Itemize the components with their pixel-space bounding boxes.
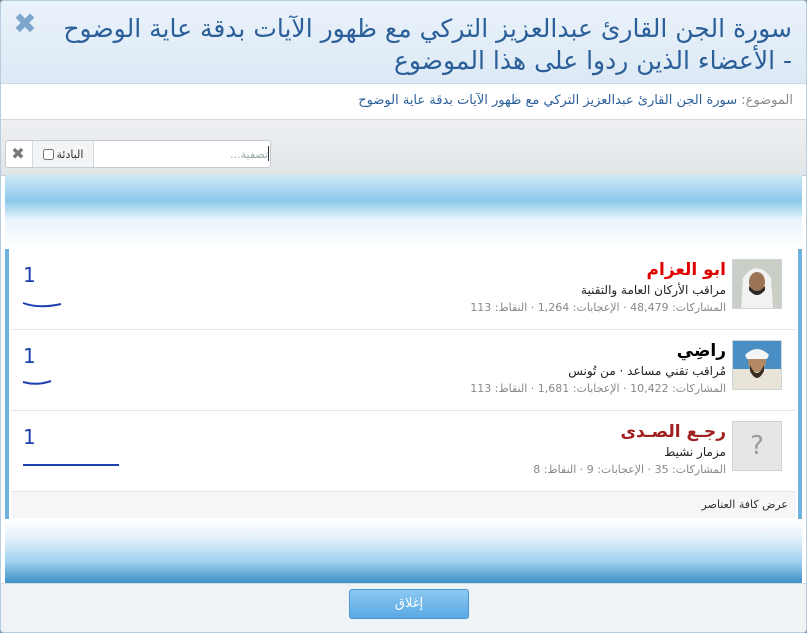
member-info: ابو العزام مراقب الأركان العامة والتقنية… bbox=[206, 259, 726, 317]
topic-link[interactable]: سورة الجن القارئ عبدالعزيز التركي مع ظهو… bbox=[358, 93, 737, 108]
decorative-banner-bottom bbox=[5, 521, 802, 583]
close-icon[interactable]: ✖ bbox=[6, 141, 30, 167]
filter-input[interactable] bbox=[94, 142, 270, 166]
member-name[interactable]: ابو العزام bbox=[206, 259, 726, 281]
filter-bar: ✖ البادئة bbox=[1, 119, 806, 176]
dialog-title-bar: ✖ سورة الجن القارئ عبدالعزيز التركي مع ظ… bbox=[1, 1, 806, 84]
prefix-checkbox-label[interactable]: البادئة bbox=[32, 141, 94, 167]
close-button[interactable]: إغلاق bbox=[349, 589, 469, 619]
decorative-banner-top bbox=[5, 175, 802, 249]
member-name[interactable]: رجـع الصـدى bbox=[206, 421, 726, 443]
topic-label: الموضوع: bbox=[741, 93, 793, 108]
member-title: مزمار نشيط bbox=[664, 445, 726, 459]
avatar[interactable] bbox=[732, 340, 782, 390]
avatar-placeholder: ? bbox=[750, 431, 764, 461]
list-item[interactable]: ? رجـع الصـدى مزمار نشيط المشاركات: 35 ·… bbox=[11, 411, 796, 492]
member-info: رجـع الصـدى مزمار نشيط المشاركات: 35 · ا… bbox=[206, 421, 726, 479]
avatar[interactable] bbox=[732, 259, 782, 309]
reply-count-annotation: 1 bbox=[21, 425, 161, 475]
avatar[interactable]: ? bbox=[732, 421, 782, 471]
list-item[interactable]: راضِي مُراقب تقني مساعد · من تُونس المشا… bbox=[11, 330, 796, 411]
text-caret bbox=[268, 146, 269, 161]
prefix-checkbox[interactable] bbox=[42, 148, 54, 160]
prefix-label: البادئة bbox=[56, 147, 84, 161]
topic-line: الموضوع: سورة الجن القارئ عبدالعزيز التر… bbox=[13, 93, 793, 108]
dialog-title: سورة الجن القارئ عبدالعزيز التركي مع ظهو… bbox=[63, 14, 792, 75]
member-stats: المشاركات: 48,479 · الإعجابات: 1,264 · ا… bbox=[470, 301, 726, 314]
member-stats: المشاركات: 35 · الإعجابات: 9 · النقاط: 8 bbox=[533, 463, 726, 476]
close-icon[interactable]: ✖ bbox=[12, 10, 38, 38]
list-item[interactable]: ابو العزام مراقب الأركان العامة والتقنية… bbox=[11, 249, 796, 330]
member-name[interactable]: راضِي bbox=[206, 340, 726, 362]
member-title: مُراقب تقني مساعد · من تُونس bbox=[568, 364, 726, 378]
dialog-footer: إغلاق bbox=[1, 583, 806, 632]
reply-count-annotation: 1 bbox=[21, 344, 161, 394]
member-info: راضِي مُراقب تقني مساعد · من تُونس المشا… bbox=[206, 340, 726, 398]
member-stats: المشاركات: 10,422 · الإعجابات: 1,681 · ا… bbox=[470, 382, 726, 395]
filter-box: ✖ البادئة bbox=[5, 140, 271, 168]
members-replied-dialog: ✖ سورة الجن القارئ عبدالعزيز التركي مع ظ… bbox=[0, 0, 807, 633]
member-title: مراقب الأركان العامة والتقنية bbox=[581, 283, 726, 297]
see-all-link[interactable]: عرض كافة العناصر bbox=[11, 491, 796, 518]
members-list: ابو العزام مراقب الأركان العامة والتقنية… bbox=[5, 249, 802, 519]
reply-count-annotation: 1 bbox=[21, 263, 161, 313]
